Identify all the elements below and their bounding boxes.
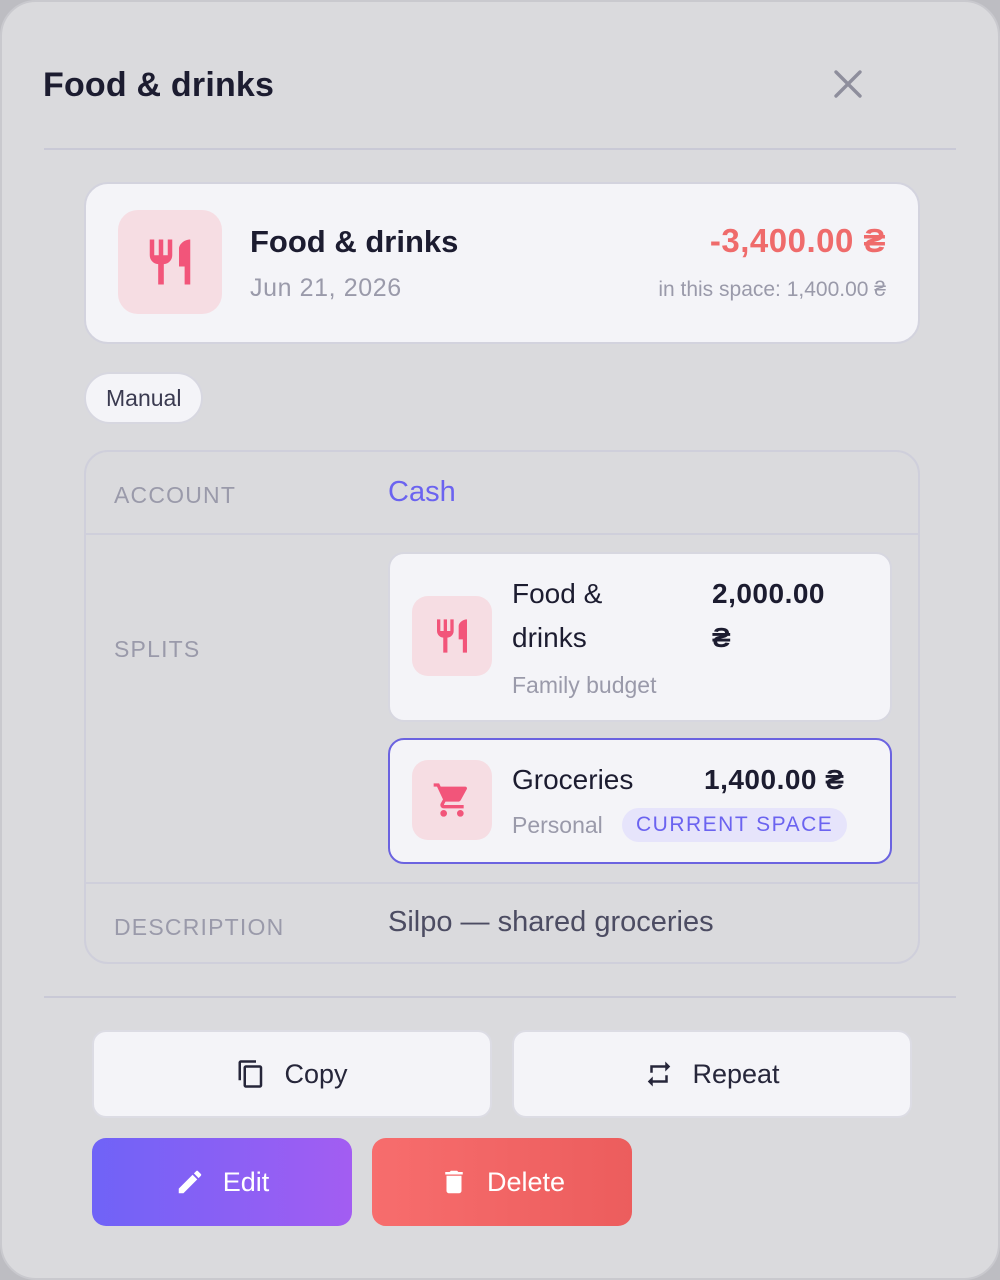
splits-label: SPLITS xyxy=(114,636,201,662)
copy-label: Copy xyxy=(284,1058,348,1089)
details-table: ACCOUNT Cash SPLITS Food & drinks 2,000.… xyxy=(84,450,920,964)
repeat-button[interactable]: Repeat xyxy=(512,1030,912,1118)
trash-icon xyxy=(445,1170,463,1194)
footer-divider xyxy=(44,996,956,998)
row-divider xyxy=(86,533,918,535)
transaction-summary-card: Food & drinks Jun 21, 2026 -3,400.00 ₴ i… xyxy=(84,182,920,344)
split-name-line1: Food & xyxy=(512,578,603,609)
source-chip: Manual xyxy=(84,372,204,424)
split-item-food-drinks[interactable]: Food & drinks 2,000.00 ₴ Family budget xyxy=(388,552,892,722)
split-amount: 1,400.00 ₴ xyxy=(704,764,845,795)
split-amount-line1: 2,000.00 xyxy=(712,578,825,609)
fork-knife-icon xyxy=(149,239,191,285)
row-divider xyxy=(86,882,918,884)
split-amount-line2: ₴ xyxy=(712,622,732,653)
close-icon xyxy=(834,70,862,98)
description-label: DESCRIPTION xyxy=(114,914,285,940)
split-space: Family budget xyxy=(512,672,657,698)
edit-button[interactable]: Edit xyxy=(92,1138,352,1226)
split-name-line2: drinks xyxy=(512,622,587,653)
delete-button[interactable]: Delete xyxy=(372,1138,632,1226)
transaction-date: Jun 21, 2026 xyxy=(250,274,402,302)
fork-knife-icon xyxy=(437,619,467,653)
split-space: Personal xyxy=(512,812,603,838)
category-icon-container xyxy=(118,210,222,314)
account-value[interactable]: Cash xyxy=(388,476,456,509)
repeat-icon xyxy=(648,1061,671,1087)
delete-label: Delete xyxy=(486,1166,566,1197)
current-space-badge: CURRENT SPACE xyxy=(622,808,848,842)
edit-label: Edit xyxy=(222,1166,270,1197)
copy-button[interactable]: Copy xyxy=(92,1030,492,1118)
transaction-name: Food & drinks xyxy=(250,224,459,259)
split-icon-container xyxy=(412,596,492,676)
description-value: Silpo — shared groceries xyxy=(388,906,714,938)
split-icon-container xyxy=(412,760,492,840)
modal-title: Food & drinks xyxy=(43,66,275,104)
split-item-groceries[interactable]: Groceries 1,400.00 ₴ Personal CURRENT SP… xyxy=(388,738,892,864)
repeat-label: Repeat xyxy=(692,1058,780,1089)
close-button[interactable] xyxy=(828,64,868,104)
space-amount: in this space: 1,400.00 ₴ xyxy=(658,278,886,301)
transaction-amount: -3,400.00 ₴ xyxy=(709,222,886,259)
copy-icon xyxy=(238,1060,263,1088)
split-name: Groceries xyxy=(512,764,634,795)
transaction-modal: Food & drinks Food & drinks Jun 21, 2026… xyxy=(0,0,1000,1280)
pencil-icon xyxy=(178,1170,201,1194)
shopping-cart-icon xyxy=(433,783,468,817)
account-label: ACCOUNT xyxy=(114,482,237,508)
